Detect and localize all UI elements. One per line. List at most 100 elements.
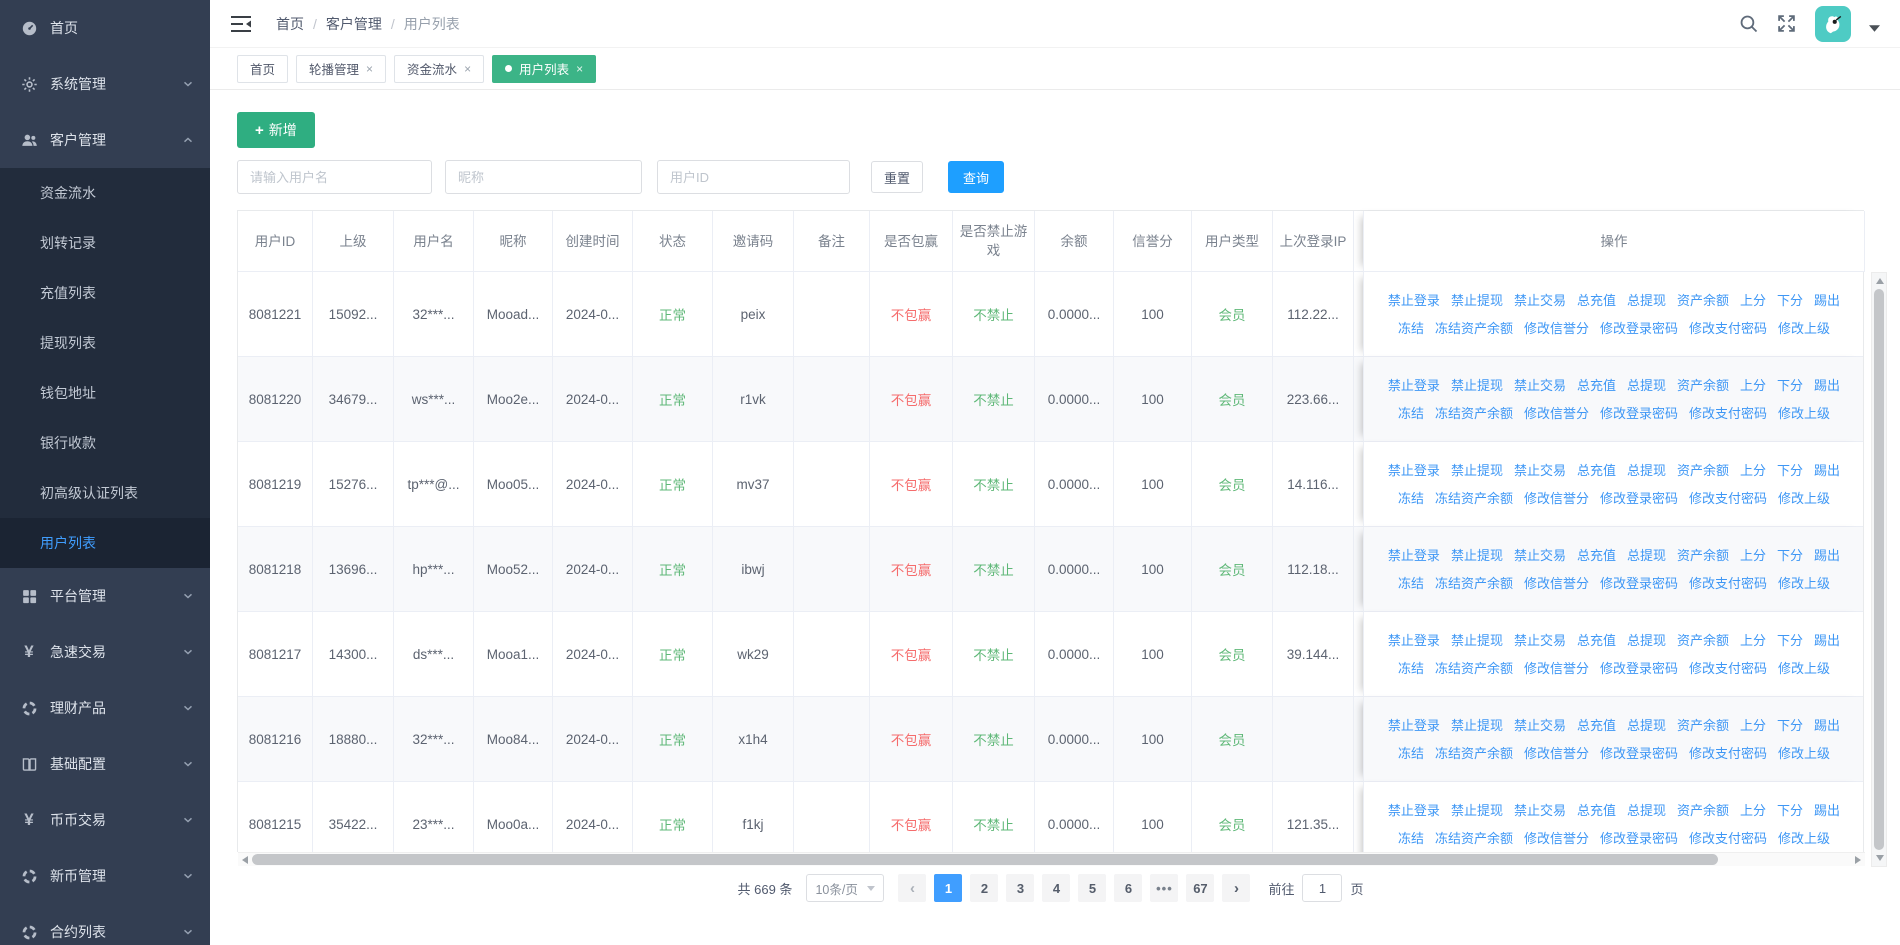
action-link[interactable]: 禁止登录 bbox=[1388, 287, 1440, 314]
action-link[interactable]: 禁止交易 bbox=[1514, 627, 1566, 654]
action-link[interactable]: 总充值 bbox=[1577, 457, 1616, 484]
sidebar-item[interactable]: 合约列表 bbox=[0, 904, 210, 945]
sidebar-subitem[interactable]: 钱包地址 bbox=[0, 368, 210, 418]
action-link[interactable]: 禁止提现 bbox=[1451, 712, 1503, 739]
action-link[interactable]: 修改上级 bbox=[1778, 825, 1830, 852]
action-link[interactable]: 禁止提现 bbox=[1451, 372, 1503, 399]
action-link[interactable]: 修改登录密码 bbox=[1600, 740, 1678, 767]
action-link[interactable]: 下分 bbox=[1777, 372, 1803, 399]
action-link[interactable]: 修改支付密码 bbox=[1689, 825, 1767, 852]
action-link[interactable]: 冻结 bbox=[1398, 740, 1424, 767]
user-avatar[interactable] bbox=[1815, 6, 1851, 42]
action-link[interactable]: 上分 bbox=[1740, 712, 1766, 739]
sidebar-item[interactable]: 基础配置 bbox=[0, 736, 210, 792]
userid-input[interactable] bbox=[657, 160, 850, 194]
action-link[interactable]: 资产余额 bbox=[1677, 372, 1729, 399]
action-link[interactable]: 总充值 bbox=[1577, 712, 1616, 739]
action-link[interactable]: 下分 bbox=[1777, 627, 1803, 654]
vertical-scrollbar[interactable] bbox=[1871, 272, 1887, 867]
action-link[interactable]: 下分 bbox=[1777, 542, 1803, 569]
action-link[interactable]: 修改上级 bbox=[1778, 570, 1830, 597]
action-link[interactable]: 下分 bbox=[1777, 457, 1803, 484]
action-link[interactable]: 总提现 bbox=[1627, 457, 1666, 484]
action-link[interactable]: 冻结资产余额 bbox=[1435, 485, 1513, 512]
page-number-button[interactable]: 67 bbox=[1186, 874, 1214, 902]
page-number-button[interactable]: 2 bbox=[970, 874, 998, 902]
action-link[interactable]: 上分 bbox=[1740, 627, 1766, 654]
action-link[interactable]: 修改支付密码 bbox=[1689, 570, 1767, 597]
sidebar-subitem[interactable]: 用户列表 bbox=[0, 518, 210, 568]
user-dropdown-caret-icon[interactable] bbox=[1869, 25, 1880, 32]
action-link[interactable]: 冻结资产余额 bbox=[1435, 655, 1513, 682]
horizontal-scrollbar[interactable] bbox=[238, 852, 1865, 866]
action-link[interactable]: 冻结资产余额 bbox=[1435, 825, 1513, 852]
action-link[interactable]: 踢出 bbox=[1814, 542, 1840, 569]
scroll-up-arrow-icon[interactable] bbox=[1876, 278, 1884, 284]
action-link[interactable]: 冻结 bbox=[1398, 485, 1424, 512]
action-link[interactable]: 修改信誉分 bbox=[1524, 825, 1589, 852]
sidebar-subitem[interactable]: 初高级认证列表 bbox=[0, 468, 210, 518]
action-link[interactable]: 修改信誉分 bbox=[1524, 485, 1589, 512]
action-link[interactable]: 上分 bbox=[1740, 287, 1766, 314]
prev-page-button[interactable]: ‹ bbox=[898, 874, 926, 902]
tab-item[interactable]: 首页 bbox=[237, 55, 288, 83]
tab-item[interactable]: 资金流水× bbox=[394, 55, 484, 83]
action-link[interactable]: 修改登录密码 bbox=[1600, 315, 1678, 342]
action-link[interactable]: 修改登录密码 bbox=[1600, 485, 1678, 512]
action-link[interactable]: 冻结资产余额 bbox=[1435, 570, 1513, 597]
action-link[interactable]: 禁止交易 bbox=[1514, 457, 1566, 484]
action-link[interactable]: 踢出 bbox=[1814, 457, 1840, 484]
tab-item[interactable]: 轮播管理× bbox=[296, 55, 386, 83]
sidebar-item[interactable]: ¥币币交易 bbox=[0, 792, 210, 848]
action-link[interactable]: 修改支付密码 bbox=[1689, 485, 1767, 512]
action-link[interactable]: 禁止提现 bbox=[1451, 457, 1503, 484]
page-size-select[interactable]: 10条/页 bbox=[806, 874, 884, 902]
action-link[interactable]: 禁止登录 bbox=[1388, 542, 1440, 569]
action-link[interactable]: 修改支付密码 bbox=[1689, 400, 1767, 427]
action-link[interactable]: 冻结 bbox=[1398, 825, 1424, 852]
breadcrumb-home[interactable]: 首页 bbox=[276, 14, 304, 34]
action-link[interactable]: 总充值 bbox=[1577, 372, 1616, 399]
horizontal-scrollbar-thumb[interactable] bbox=[252, 854, 1718, 865]
action-link[interactable]: 禁止交易 bbox=[1514, 372, 1566, 399]
page-number-button[interactable]: 5 bbox=[1078, 874, 1106, 902]
action-link[interactable]: 修改信誉分 bbox=[1524, 740, 1589, 767]
action-link[interactable]: 上分 bbox=[1740, 542, 1766, 569]
action-link[interactable]: 修改支付密码 bbox=[1689, 315, 1767, 342]
page-number-button[interactable]: 1 bbox=[934, 874, 962, 902]
breadcrumb-section[interactable]: 客户管理 bbox=[326, 14, 382, 34]
search-icon[interactable] bbox=[1739, 14, 1759, 34]
action-link[interactable]: 下分 bbox=[1777, 712, 1803, 739]
action-link[interactable]: 禁止交易 bbox=[1514, 797, 1566, 824]
action-link[interactable]: 修改上级 bbox=[1778, 315, 1830, 342]
action-link[interactable]: 资产余额 bbox=[1677, 712, 1729, 739]
action-link[interactable]: 总充值 bbox=[1577, 627, 1616, 654]
action-link[interactable]: 禁止提现 bbox=[1451, 287, 1503, 314]
action-link[interactable]: 下分 bbox=[1777, 797, 1803, 824]
action-link[interactable]: 修改信誉分 bbox=[1524, 570, 1589, 597]
tab-close-icon[interactable]: × bbox=[464, 62, 471, 76]
action-link[interactable]: 修改信誉分 bbox=[1524, 400, 1589, 427]
page-number-button[interactable]: 6 bbox=[1114, 874, 1142, 902]
add-button[interactable]: + 新增 bbox=[237, 112, 315, 148]
action-link[interactable]: 踢出 bbox=[1814, 627, 1840, 654]
sidebar-item[interactable]: 系统管理 bbox=[0, 56, 210, 112]
tab-close-icon[interactable]: × bbox=[576, 62, 583, 76]
action-link[interactable]: 禁止提现 bbox=[1451, 627, 1503, 654]
action-link[interactable]: 修改支付密码 bbox=[1689, 740, 1767, 767]
goto-page-input[interactable] bbox=[1302, 874, 1342, 902]
action-link[interactable]: 禁止登录 bbox=[1388, 712, 1440, 739]
sidebar-item[interactable]: 平台管理 bbox=[0, 568, 210, 624]
action-link[interactable]: 禁止交易 bbox=[1514, 542, 1566, 569]
action-link[interactable]: 资产余额 bbox=[1677, 797, 1729, 824]
sidebar-subitem[interactable]: 资金流水 bbox=[0, 168, 210, 218]
action-link[interactable]: 总充值 bbox=[1577, 287, 1616, 314]
action-link[interactable]: 下分 bbox=[1777, 287, 1803, 314]
action-link[interactable]: 总充值 bbox=[1577, 542, 1616, 569]
action-link[interactable]: 踢出 bbox=[1814, 287, 1840, 314]
action-link[interactable]: 修改登录密码 bbox=[1600, 570, 1678, 597]
action-link[interactable]: 上分 bbox=[1740, 372, 1766, 399]
action-link[interactable]: 总提现 bbox=[1627, 627, 1666, 654]
action-link[interactable]: 禁止交易 bbox=[1514, 287, 1566, 314]
action-link[interactable]: 上分 bbox=[1740, 457, 1766, 484]
